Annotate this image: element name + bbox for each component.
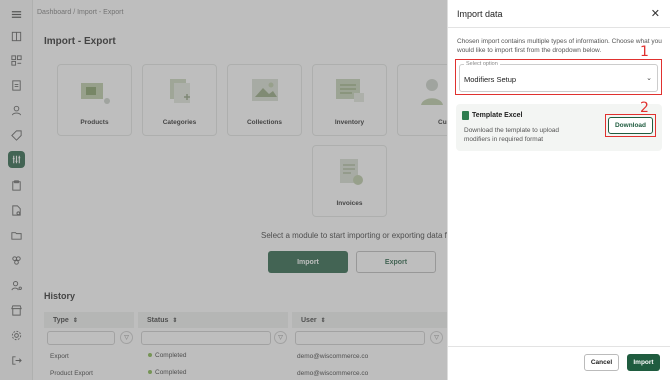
annotation-number-1: 1	[640, 44, 649, 60]
import-data-panel: Import data ✕ Chosen import contains mul…	[447, 0, 670, 380]
panel-description: Chosen import contains multiple types of…	[457, 38, 662, 54]
cancel-button[interactable]: Cancel	[584, 354, 619, 371]
divider	[448, 346, 670, 347]
panel-title: Import data	[457, 9, 503, 19]
divider	[448, 27, 670, 28]
modal-overlay[interactable]	[0, 0, 447, 380]
close-icon[interactable]: ✕	[651, 7, 660, 20]
panel-import-button[interactable]: Import	[627, 354, 660, 371]
excel-file-icon	[462, 111, 469, 120]
template-description: Download the template to upload modifier…	[464, 127, 560, 143]
template-title: Template Excel	[472, 112, 523, 119]
annotation-box-1	[455, 59, 662, 95]
annotation-number-2: 2	[640, 100, 649, 116]
annotation-box-2	[605, 114, 656, 137]
